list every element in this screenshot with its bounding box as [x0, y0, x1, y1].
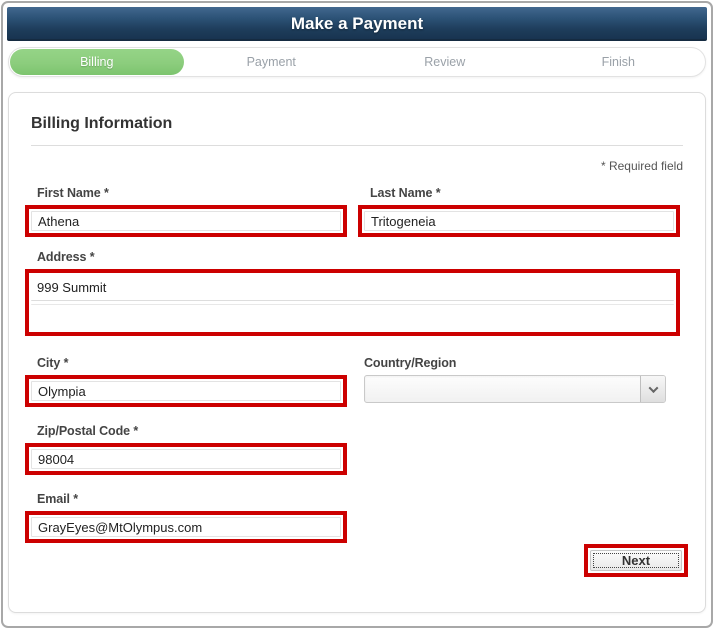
page-header: Make a Payment [7, 7, 707, 41]
first-name-field[interactable] [31, 211, 341, 231]
zip-highlight [25, 443, 347, 475]
tab-review[interactable]: Review [358, 48, 532, 76]
zip-label: Zip/Postal Code * [37, 424, 347, 438]
next-button[interactable]: Next [590, 550, 682, 571]
email-field[interactable] [31, 517, 341, 537]
city-label: City * [37, 356, 347, 370]
zip-field[interactable] [31, 449, 341, 469]
city-group: City * [31, 356, 347, 407]
section-title: Billing Information [31, 115, 683, 133]
zip-group: Zip/Postal Code * [31, 424, 347, 475]
tab-billing[interactable]: Billing [10, 49, 184, 75]
name-row: First Name * Last Name * [31, 186, 683, 237]
page-title: Make a Payment [291, 14, 423, 33]
country-group: Country/Region [364, 356, 680, 407]
tab-payment[interactable]: Payment [185, 48, 359, 76]
address-row: Address * [31, 250, 683, 336]
address-highlight [25, 269, 680, 336]
email-row: Email * [31, 492, 683, 543]
city-country-row: City * Country/Region [31, 356, 683, 407]
divider [31, 145, 683, 146]
last-name-highlight [358, 205, 680, 237]
last-name-label: Last Name * [370, 186, 680, 200]
first-name-highlight [25, 205, 347, 237]
country-select-button[interactable] [640, 376, 665, 402]
country-select-value [365, 376, 640, 402]
city-field[interactable] [31, 381, 341, 401]
window-frame: Make a Payment Billing Payment Review Fi… [1, 1, 713, 628]
address-label: Address * [37, 250, 680, 264]
address-line2-field[interactable] [31, 304, 674, 330]
wizard-steps: Billing Payment Review Finish [8, 47, 706, 77]
last-name-field[interactable] [364, 211, 674, 231]
tab-finish[interactable]: Finish [532, 48, 706, 76]
address-group: Address * [31, 250, 680, 336]
country-select[interactable] [364, 375, 666, 403]
email-highlight [25, 511, 347, 543]
email-label: Email * [37, 492, 347, 506]
city-highlight [25, 375, 347, 407]
zip-row: Zip/Postal Code * [31, 424, 683, 475]
last-name-group: Last Name * [364, 186, 680, 237]
first-name-label: First Name * [37, 186, 347, 200]
country-label: Country/Region [364, 356, 680, 370]
required-note: * Required field [31, 159, 683, 173]
chevron-down-icon [648, 383, 658, 393]
email-group: Email * [31, 492, 347, 543]
billing-panel: Billing Information * Required field Fir… [8, 92, 706, 613]
address-line1-field[interactable] [31, 275, 674, 301]
first-name-group: First Name * [31, 186, 347, 237]
next-button-highlight: Next [584, 544, 688, 577]
